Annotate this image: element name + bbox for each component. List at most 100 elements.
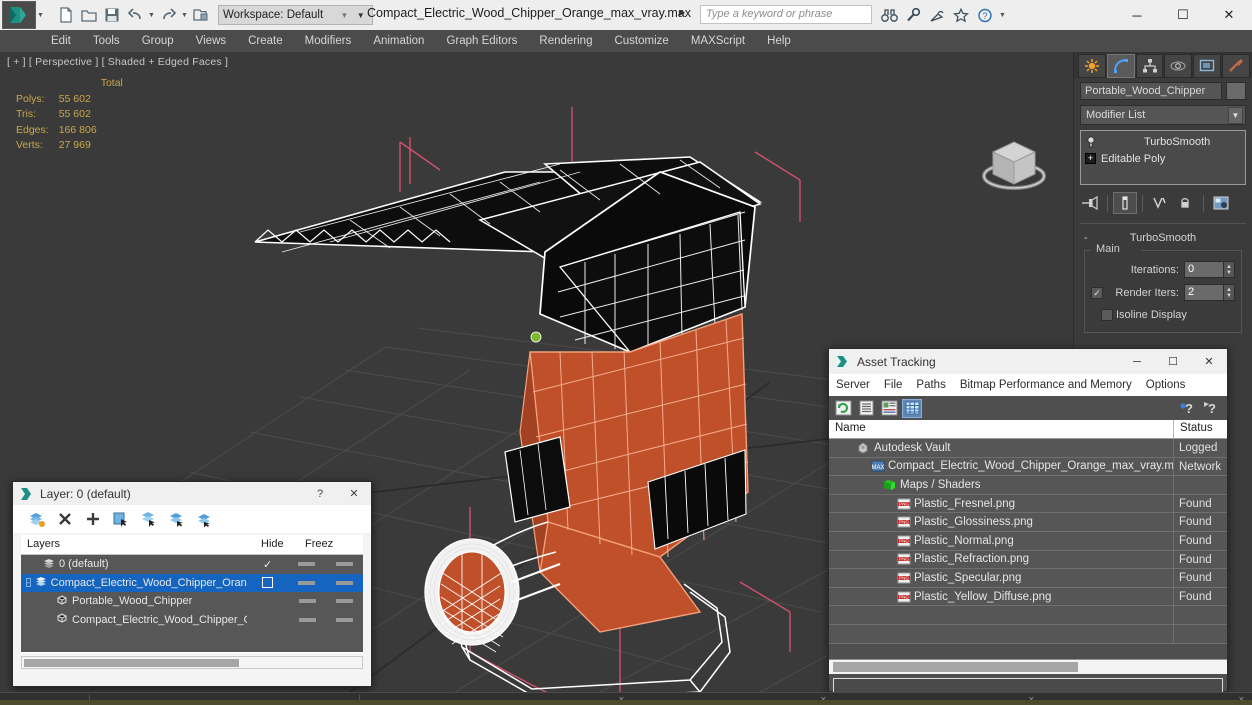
undo-icon[interactable] [124, 4, 146, 26]
lightbulb-icon[interactable] [1085, 135, 1097, 148]
layer-list[interactable]: Layers Hide Freez 0 (default) ✓ - Compac… [21, 535, 363, 653]
iterations-value[interactable]: 0 [1184, 261, 1224, 278]
menu-item-file[interactable]: File [877, 375, 910, 395]
close-button[interactable]: ✕ [337, 482, 371, 505]
asset-row-plastic-normal[interactable]: PNG Plastic_Normal.png Found [829, 531, 1227, 551]
object-name-field[interactable]: Portable_Wood_Chipper [1080, 82, 1222, 100]
help-button[interactable]: ? [303, 482, 337, 505]
help-question-icon[interactable]: ? [974, 5, 996, 26]
column-name[interactable]: Name [829, 420, 1174, 438]
list-view-icon[interactable] [856, 399, 876, 418]
satellite-dish-icon[interactable] [926, 5, 948, 26]
chevron-down-icon[interactable]: ▼ [354, 11, 368, 20]
search-input[interactable]: Type a keyword or phrase [700, 5, 872, 24]
show-end-result-icon[interactable] [1113, 192, 1137, 214]
document-dropdown-arrow[interactable]: ▶ [679, 8, 685, 17]
asset-row-plastic-fresnel[interactable]: PNG Plastic_Fresnel.png Found [829, 494, 1227, 514]
render-iters-spinner[interactable]: 2 ▲ ▼ [1184, 284, 1235, 301]
layer-row-portable-wood-chipper[interactable]: Portable_Wood_Chipper [21, 592, 363, 611]
asset-tracking-dialog[interactable]: Asset Tracking ─ ☐ ✕ Server File Paths B… [828, 348, 1228, 704]
asset-row-autodesk-vault[interactable]: Autodesk Vault Logged [829, 439, 1227, 458]
minimize-button[interactable]: ─ [1114, 0, 1160, 30]
hide-toggle[interactable] [288, 599, 325, 604]
redo-icon[interactable] [157, 4, 179, 26]
object-color-swatch[interactable] [1226, 82, 1246, 100]
menu-item-edit[interactable]: Edit [40, 30, 82, 52]
layer-row-default[interactable]: 0 (default) ✓ [21, 555, 363, 574]
select-layer-objects-icon[interactable] [195, 509, 215, 529]
asset-row-empty[interactable] [829, 624, 1227, 644]
close-button[interactable]: ✕ [1206, 0, 1252, 30]
modify-tab[interactable] [1106, 54, 1135, 78]
view-cube[interactable] [975, 132, 1053, 202]
asset-row-maps-shaders[interactable]: Maps / Shaders [829, 476, 1227, 495]
render-iters-value[interactable]: 2 [1184, 284, 1224, 301]
layer-row-chipper-orange-object[interactable]: Compact_Electric_Wood_Chipper_Orange [21, 611, 363, 630]
plus-box-icon[interactable]: + [1085, 153, 1096, 164]
minimize-button[interactable]: ─ [1119, 349, 1155, 374]
menu-item-maxscript[interactable]: MAXScript [680, 30, 756, 52]
asset-row-plastic-specular[interactable]: PNG Plastic_Specular.png Found [829, 569, 1227, 588]
hierarchy-tab[interactable] [1135, 54, 1164, 78]
modifier-list-dropdown[interactable]: Modifier List ▼ [1080, 105, 1246, 125]
scrollbar-thumb[interactable] [833, 662, 1078, 672]
utilities-tab[interactable] [1222, 54, 1250, 78]
logo-dropdown-arrow[interactable]: ▼ [36, 4, 45, 26]
create-new-layer-icon[interactable] [27, 509, 47, 529]
add-selection-to-layer-icon[interactable] [167, 509, 187, 529]
menu-item-bitmap-performance[interactable]: Bitmap Performance and Memory [953, 375, 1139, 395]
menu-item-graph-editors[interactable]: Graph Editors [435, 30, 528, 52]
freeze-toggle[interactable] [326, 599, 363, 604]
modifier-stack-item-editable-poly[interactable]: + Editable Poly [1081, 150, 1245, 167]
remove-modifier-icon[interactable] [1174, 192, 1198, 214]
layer-current-check[interactable]: ✓ [247, 558, 288, 571]
help-info-icon[interactable]: ? [1177, 399, 1197, 418]
new-file-icon[interactable] [55, 4, 77, 26]
binoculars-icon[interactable] [878, 5, 900, 26]
layer-horizontal-scrollbar[interactable] [21, 656, 363, 669]
open-file-icon[interactable] [78, 4, 100, 26]
modifier-stack[interactable]: TurboSmooth + Editable Poly [1080, 130, 1246, 185]
menu-item-animation[interactable]: Animation [362, 30, 435, 52]
asset-row-plastic-refraction[interactable]: PNG Plastic_Refraction.png Found [829, 550, 1227, 570]
menu-item-rendering[interactable]: Rendering [528, 30, 603, 52]
isoline-display-checkbox[interactable] [1101, 309, 1113, 321]
spinner-arrows-icon[interactable]: ▲ ▼ [1224, 261, 1235, 278]
menu-item-modifiers[interactable]: Modifiers [294, 30, 363, 52]
spinner-arrows-icon[interactable]: ▲ ▼ [1224, 284, 1235, 301]
make-unique-icon[interactable] [1148, 192, 1172, 214]
menu-item-create[interactable]: Create [237, 30, 294, 52]
column-status[interactable]: Status [1174, 420, 1227, 438]
highlight-selected-objects-icon[interactable] [139, 509, 159, 529]
3dsmax-logo-icon[interactable] [2, 1, 36, 29]
menu-item-tools[interactable]: Tools [82, 30, 131, 52]
wrench-icon[interactable] [902, 5, 924, 26]
iterations-spinner[interactable]: 0 ▲ ▼ [1184, 261, 1235, 278]
menu-item-options[interactable]: Options [1139, 375, 1193, 395]
context-help-icon[interactable]: ? [1201, 399, 1221, 418]
details-view-icon[interactable] [879, 399, 899, 418]
vault-refresh-icon[interactable] [833, 399, 853, 418]
menu-item-help[interactable]: Help [756, 30, 802, 52]
create-tab[interactable] [1078, 54, 1106, 78]
scrollbar-thumb[interactable] [24, 658, 239, 667]
star-icon[interactable] [950, 5, 972, 26]
motion-tab[interactable] [1164, 54, 1193, 78]
asset-row-plastic-yellow-diffuse[interactable]: PNG Plastic_Yellow_Diffuse.png Found [829, 587, 1227, 607]
layer-dialog[interactable]: Layer: 0 (default) ? ✕ Layers Hide Freez… [12, 481, 372, 687]
help-dropdown-arrow[interactable]: ▼ [998, 4, 1007, 26]
redo-dropdown-arrow[interactable]: ▼ [180, 4, 189, 26]
undo-dropdown-arrow[interactable]: ▼ [147, 4, 156, 26]
maximize-button[interactable]: ☐ [1160, 0, 1206, 30]
menu-item-paths[interactable]: Paths [909, 375, 952, 395]
menu-item-server[interactable]: Server [829, 375, 877, 395]
freeze-toggle[interactable] [326, 617, 363, 622]
freeze-toggle[interactable] [326, 562, 363, 567]
configure-modifier-sets-icon[interactable] [1209, 192, 1233, 214]
delete-layer-icon[interactable] [55, 509, 75, 529]
menu-item-views[interactable]: Views [185, 30, 237, 52]
render-iters-checkbox[interactable]: ✓ [1091, 286, 1103, 299]
freeze-toggle[interactable] [325, 580, 363, 585]
menu-item-customize[interactable]: Customize [603, 30, 679, 52]
maximize-button[interactable]: ☐ [1155, 349, 1191, 374]
